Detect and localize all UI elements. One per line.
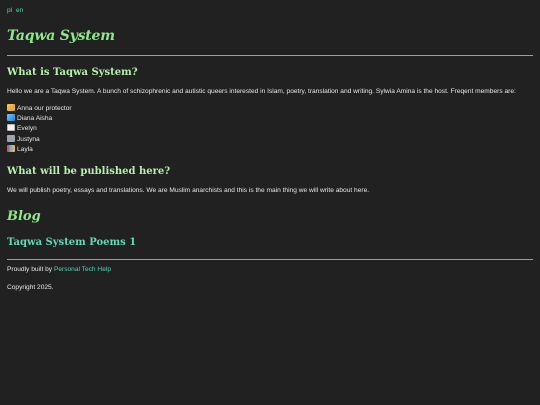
member-name: Anna our protector xyxy=(17,105,72,112)
header-divider xyxy=(7,55,533,56)
list-item: Evelyn xyxy=(7,124,72,134)
post-link[interactable]: Taqwa System Poems 1 xyxy=(7,236,136,250)
about-intro: Hello we are a Taqwa System. A bunch of … xyxy=(7,88,516,95)
list-item: Diana Aisha xyxy=(7,114,72,124)
lang-link-pl[interactable]: pl xyxy=(7,7,12,14)
list-item: Justyna xyxy=(7,134,72,145)
member-name: Diana Aisha xyxy=(17,115,53,123)
member-name: Layla xyxy=(17,145,33,153)
wave-icon xyxy=(7,114,15,122)
lang-link-en[interactable]: en xyxy=(16,7,23,14)
footer-built: Proudly built by Personal Tech Help xyxy=(7,266,111,275)
copyright: Copyright 2025. xyxy=(7,284,54,291)
members-list: Anna our protector Diana Aisha Evelyn Ju… xyxy=(7,104,72,155)
built-by-link[interactable]: Personal Tech Help xyxy=(54,266,111,273)
member-name: Evelyn xyxy=(17,125,37,133)
page-icon xyxy=(7,124,15,132)
books-icon xyxy=(7,144,15,152)
list-item: Layla xyxy=(7,144,72,155)
member-name: Justyna xyxy=(17,135,40,143)
built-prefix: Proudly built by xyxy=(7,266,53,273)
list-item: Anna our protector xyxy=(7,104,72,114)
about-heading: What is Taqwa System? xyxy=(7,67,138,78)
language-switcher: pl en xyxy=(7,7,25,16)
blog-heading: Blog xyxy=(7,209,41,224)
publish-heading: What will be published here? xyxy=(7,166,171,177)
sun-flower-icon xyxy=(7,104,15,111)
robot-icon xyxy=(7,134,15,142)
footer-divider xyxy=(7,259,533,260)
site-title[interactable]: Taqwa System xyxy=(7,27,115,46)
publish-text: We will publish poetry, essays and trans… xyxy=(7,187,370,194)
